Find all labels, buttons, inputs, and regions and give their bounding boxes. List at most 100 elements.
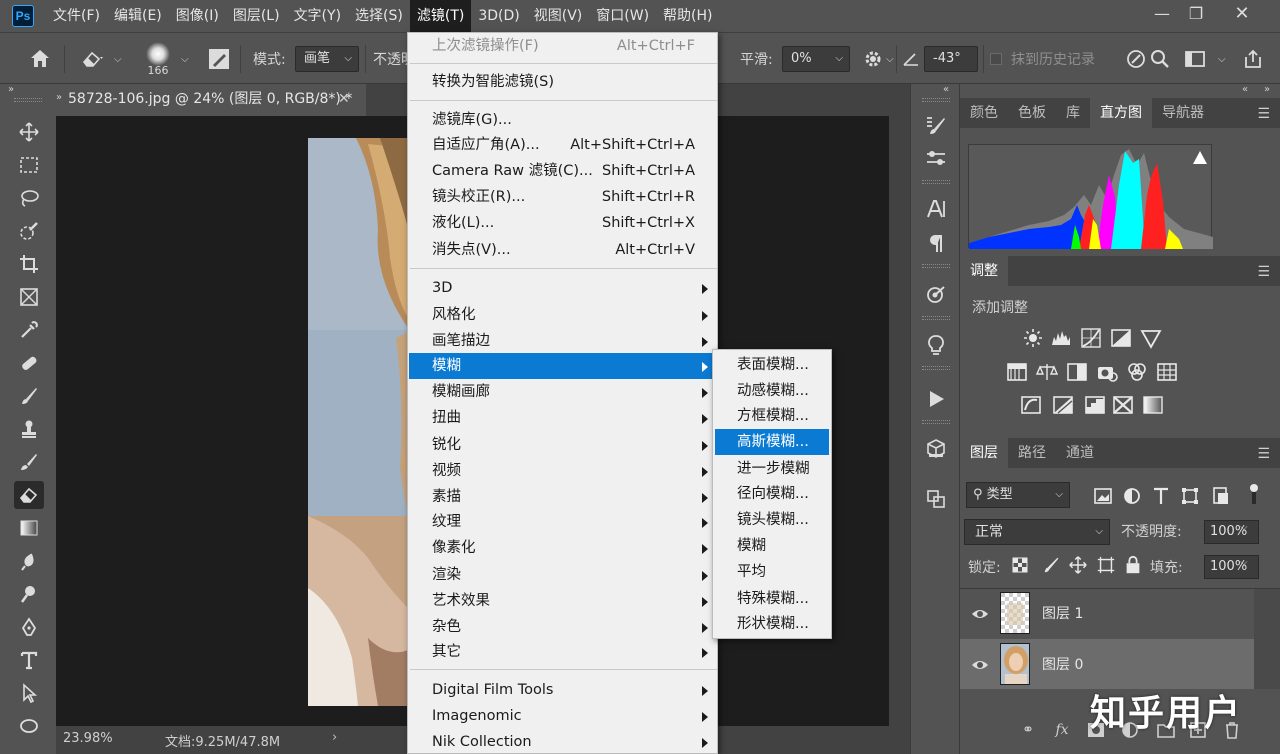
menu-item-last-filter[interactable]: 上次滤镜操作(F) Alt+Ctrl+F	[409, 33, 717, 59]
layer-name[interactable]: 图层 0	[1042, 654, 1083, 674]
type-tool-icon[interactable]	[14, 646, 44, 674]
lasso-tool-icon[interactable]	[14, 184, 44, 212]
grip-icon[interactable]	[922, 98, 950, 102]
brush-preset-picker[interactable]: 166	[146, 33, 170, 85]
menu-item-stylize[interactable]: 风格化	[409, 302, 717, 328]
threshold-icon[interactable]	[1084, 394, 1106, 416]
brush-settings-panel-icon[interactable]	[921, 110, 951, 140]
submenu-item-blur-more[interactable]: 进一步模糊	[715, 456, 829, 482]
tab-histogram[interactable]: 直方图	[1090, 98, 1152, 128]
dodge-tool-icon[interactable]	[14, 580, 44, 608]
tab-libraries[interactable]: 库	[1056, 98, 1090, 128]
collapse-double-chevron-icon[interactable]: «	[943, 84, 949, 95]
tab-paths[interactable]: 路径	[1008, 438, 1056, 468]
lock-all-icon[interactable]	[1123, 555, 1143, 575]
exposure-icon[interactable]	[1110, 327, 1132, 349]
menu-item-3d[interactable]: 3D	[409, 275, 717, 301]
grip-icon[interactable]	[922, 366, 950, 370]
ellipse-tool-icon[interactable]	[14, 712, 44, 740]
grip-icon[interactable]	[922, 264, 950, 268]
menu-item-noise[interactable]: 杂色	[409, 614, 717, 640]
menu-item-sketch[interactable]: 素描	[409, 484, 717, 510]
submenu-item-surface-blur[interactable]: 表面模糊...	[715, 352, 829, 378]
3d-panel-icon[interactable]	[921, 434, 951, 464]
grip-icon[interactable]	[922, 316, 950, 320]
menu-view[interactable]: 视图(V)	[527, 0, 590, 32]
lock-position-icon[interactable]	[1068, 555, 1088, 575]
menu-item-blur-gallery[interactable]: 模糊画廊	[409, 379, 717, 405]
submenu-item-blur[interactable]: 模糊	[715, 533, 829, 559]
chevron-down-icon[interactable]: ⌵	[114, 33, 122, 85]
blend-mode-select[interactable]: 正常 ⌵	[964, 519, 1110, 545]
filter-toggle[interactable]	[1250, 484, 1258, 506]
photo-filter-icon[interactable]	[1096, 361, 1118, 383]
menu-item-brush-strokes[interactable]: 画笔描边	[409, 328, 717, 354]
menu-item-video[interactable]: 视频	[409, 458, 717, 484]
angle-input[interactable]: -43°	[924, 46, 978, 72]
tab-swatches[interactable]: 色板	[1008, 98, 1056, 128]
filter-pixel-icon[interactable]	[1092, 485, 1114, 507]
healing-brush-tool-icon[interactable]	[14, 349, 44, 377]
close-icon[interactable]: ✕	[1229, 4, 1255, 24]
chevron-down-icon[interactable]: ⌵	[181, 33, 189, 85]
move-tool-icon[interactable]	[14, 118, 44, 146]
layer-comps-icon[interactable]	[921, 484, 951, 514]
menu-edit[interactable]: 编辑(E)	[107, 0, 169, 32]
opacity-input[interactable]: 100%	[1204, 520, 1259, 544]
search-icon[interactable]	[1150, 33, 1170, 85]
menu-item-sharpen[interactable]: 锐化	[409, 432, 717, 458]
layer-row[interactable]: 图层 0	[960, 639, 1254, 689]
frame-tool-icon[interactable]	[14, 283, 44, 311]
collapse-double-chevron-icon[interactable]: »	[56, 92, 62, 103]
submenu-item-radial-blur[interactable]: 径向模糊...	[715, 481, 829, 507]
lock-pixels-icon[interactable]	[1042, 555, 1062, 575]
tab-navigator[interactable]: 导航器	[1152, 98, 1214, 128]
panel-menu-icon[interactable]: ☰	[1257, 446, 1270, 462]
filter-adjustment-icon[interactable]	[1121, 485, 1143, 507]
invert-icon[interactable]	[1020, 394, 1042, 416]
zoom-level[interactable]: 23.98%	[63, 731, 113, 746]
layer-row[interactable]: 图层 1	[960, 588, 1254, 638]
eraser-tool-preset-icon[interactable]	[80, 33, 106, 85]
menu-layer[interactable]: 图层(L)	[226, 0, 287, 32]
submenu-item-shape-blur[interactable]: 形状模糊...	[715, 611, 829, 637]
menu-item-camera-raw[interactable]: Camera Raw 滤镜(C)... Shift+Ctrl+A	[409, 158, 717, 184]
vertical-scrollbar[interactable]	[889, 116, 910, 726]
gradient-map-icon[interactable]	[1142, 394, 1164, 416]
lock-artboard-icon[interactable]	[1096, 555, 1116, 575]
document-tab[interactable]: 58728-106.jpg @ 24% (图层 0, RGB/8*) * ✕	[56, 84, 366, 116]
submenu-item-box-blur[interactable]: 方框模糊...	[715, 403, 829, 429]
menu-window[interactable]: 窗口(W)	[589, 0, 656, 32]
menu-item-other[interactable]: 其它	[409, 639, 717, 665]
fill-input[interactable]: 100%	[1204, 555, 1259, 579]
fx-icon[interactable]: fx	[1052, 720, 1072, 740]
menu-3d[interactable]: 3D(D)	[471, 0, 526, 32]
collapse-double-chevron-icon[interactable]: «	[1242, 84, 1248, 95]
menu-item-liquify[interactable]: 液化(L)... Shift+Ctrl+X	[409, 210, 717, 236]
menu-item-lens-correction[interactable]: 镜头校正(R)... Shift+Ctrl+R	[409, 184, 717, 210]
character-panel-icon[interactable]	[921, 194, 951, 224]
layer-filter-select[interactable]: ⚲ 类型 ⌵	[966, 482, 1070, 508]
menu-type[interactable]: 文字(Y)	[287, 0, 348, 32]
curves-icon[interactable]	[1080, 327, 1102, 349]
tab-color[interactable]: 颜色	[960, 98, 1008, 128]
selective-color-icon[interactable]	[1112, 394, 1134, 416]
chevron-down-icon[interactable]: ⌵	[1240, 557, 1248, 568]
menu-filter[interactable]: 滤镜(T)	[409, 0, 472, 32]
vibrance-icon[interactable]	[1140, 327, 1162, 349]
quick-select-tool-icon[interactable]	[14, 217, 44, 245]
panel-menu-icon[interactable]: ☰	[1257, 106, 1270, 122]
gradient-tool-icon[interactable]	[14, 514, 44, 542]
layers-scrollbar[interactable]	[1254, 589, 1280, 689]
clone-stamp-tool-icon[interactable]	[14, 415, 44, 443]
properties-panel-icon[interactable]	[921, 280, 951, 310]
tab-layers[interactable]: 图层	[960, 438, 1008, 468]
menu-item-nik-collection[interactable]: Nik Collection	[409, 729, 717, 754]
brightness-icon[interactable]	[1022, 327, 1044, 349]
color-lookup-icon[interactable]	[1156, 361, 1178, 383]
black-white-icon[interactable]	[1066, 361, 1088, 383]
brush-tool-icon[interactable]	[14, 382, 44, 410]
marquee-tool-icon[interactable]	[14, 151, 44, 179]
canvas-image[interactable]	[308, 138, 408, 706]
restore-icon[interactable]: ❐	[1183, 4, 1209, 24]
